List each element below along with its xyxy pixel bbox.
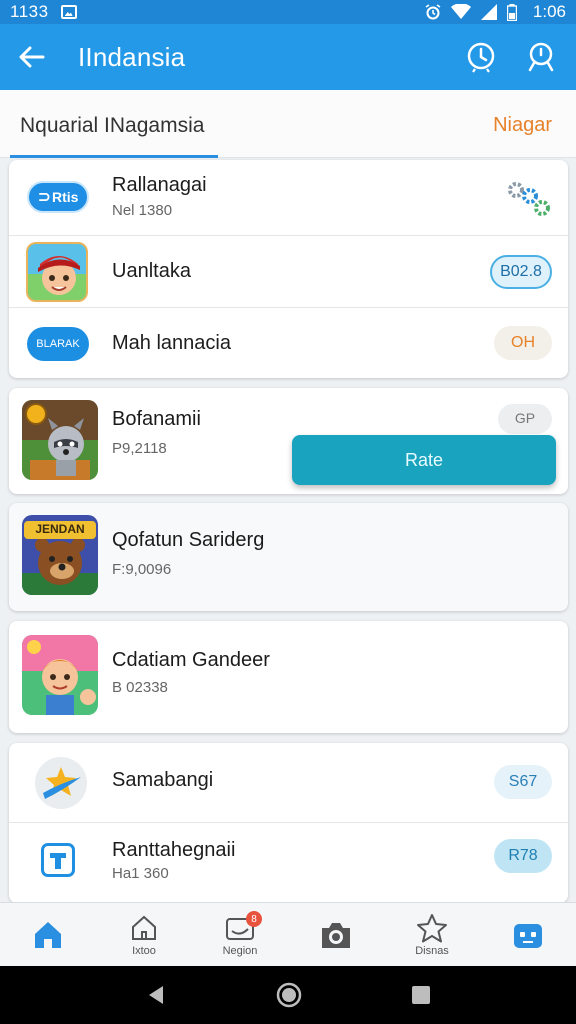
back-button[interactable] <box>0 24 64 90</box>
system-home-icon[interactable] <box>276 982 302 1008</box>
price-pill[interactable]: OH <box>494 326 552 360</box>
price-pill[interactable]: R78 <box>494 839 552 873</box>
active-tab-indicator <box>10 155 218 158</box>
nav-ixtoo[interactable]: Ixtoo <box>96 903 192 966</box>
list-item[interactable]: Ranttahegnaii Ha1 360 R78 <box>9 823 568 903</box>
app-list-card: ⊃ Rtis Rallanagai Nel 1380 Uanltaka B02.8 <box>9 160 568 378</box>
signal-icon <box>480 4 497 20</box>
system-recents-icon[interactable] <box>411 985 431 1005</box>
nav-robot[interactable] <box>480 903 576 966</box>
app-name: Mah lannacia <box>112 332 231 354</box>
app-subtitle: Nel 1380 <box>112 202 173 219</box>
app-name: Rallanagai <box>112 174 207 196</box>
alarm-icon <box>425 4 441 20</box>
battery-icon <box>506 3 517 21</box>
star-icon <box>417 913 447 942</box>
house-outline-icon <box>132 915 156 940</box>
camera-icon <box>322 922 350 948</box>
status-clock: 1:06 <box>532 2 566 21</box>
app-subtitle: Ha1 360 <box>112 865 169 882</box>
back-arrow-icon <box>19 46 45 68</box>
app-bar: IIndansia <box>0 24 576 90</box>
app-name: Samabangi <box>112 769 214 791</box>
clock-icon <box>467 42 495 73</box>
price-pill[interactable]: S67 <box>494 765 552 799</box>
rate-button[interactable]: Rate <box>292 435 556 485</box>
robot-icon <box>514 923 542 948</box>
tab-bar: Nquarial INagamsia Niagar <box>0 90 576 158</box>
app-name: Qofatun Sariderg <box>112 529 265 551</box>
nav-label: Negion <box>222 944 258 957</box>
app-subtitle: P9,2118 <box>112 440 167 457</box>
boy-avatar-icon <box>26 242 88 302</box>
wifi-icon <box>450 4 471 19</box>
nav-home[interactable] <box>0 903 96 966</box>
status-time: 1133 <box>10 2 49 21</box>
app-subtitle: B 02338 <box>112 679 168 696</box>
price-pill[interactable]: B02.8 <box>490 255 552 289</box>
nav-label: Ixtoo <box>132 944 156 957</box>
gears-icon[interactable] <box>504 180 552 218</box>
system-navigation-bar <box>0 966 576 1024</box>
nav-disnas[interactable]: Disnas <box>384 903 480 966</box>
tab-secondary[interactable]: Niagar <box>493 114 552 137</box>
app-list-card: Samabangi S67 Ranttahegnaii Ha1 360 R78 <box>9 743 568 903</box>
app-name: Bofanamii <box>112 408 201 430</box>
rtis-logo-icon: ⊃ Rtis <box>27 181 89 213</box>
bear-game-icon: JENDAN <box>22 515 98 595</box>
system-back-icon[interactable] <box>145 984 167 1006</box>
app-name: Uanltaka <box>112 260 191 282</box>
page-title: IIndansia <box>78 41 186 72</box>
app-name: Cdatiam Gandeer <box>112 649 270 671</box>
notification-badge: 8 <box>246 911 262 927</box>
nav-label: Disnas <box>415 944 449 957</box>
bottom-navigation: Ixtoo 8 Negion Disnas <box>0 902 576 966</box>
status-icons: 1:06 <box>425 2 566 22</box>
kid-game-icon <box>22 635 98 715</box>
tab-primary[interactable]: Nquarial INagamsia <box>20 114 204 138</box>
home-icon <box>35 921 61 948</box>
nav-camera[interactable] <box>288 903 384 966</box>
gallery-notification-icon <box>60 5 77 19</box>
list-item[interactable]: Samabangi S67 <box>9 743 568 823</box>
history-button[interactable] <box>460 36 502 78</box>
list-item[interactable]: ⊃ Rtis Rallanagai Nel 1380 <box>9 160 568 236</box>
star-swoosh-icon <box>35 757 87 809</box>
list-item[interactable]: BLARAK Mah lannacia OH <box>9 308 568 378</box>
search-button[interactable] <box>520 36 562 78</box>
nav-negion[interactable]: 8 Negion <box>192 903 288 966</box>
app-subtitle: F:9,0096 <box>112 561 172 578</box>
app-bar-actions <box>460 36 576 78</box>
status-bar: 1133 1:06 <box>0 0 576 24</box>
app-card[interactable]: Cdatiam Gandeer B 02338 <box>9 621 568 733</box>
t-logo-icon <box>41 843 75 877</box>
price-pill[interactable]: GP <box>498 404 552 434</box>
app-card[interactable]: JENDAN Qofatun Sariderg F:9,0096 <box>9 503 568 611</box>
search-icon <box>528 42 554 72</box>
app-name: Ranttahegnaii <box>112 839 236 861</box>
blarak-logo-icon: BLARAK <box>27 327 89 361</box>
raccoon-game-icon <box>22 400 98 480</box>
list-item[interactable]: Uanltaka B02.8 <box>9 236 568 308</box>
